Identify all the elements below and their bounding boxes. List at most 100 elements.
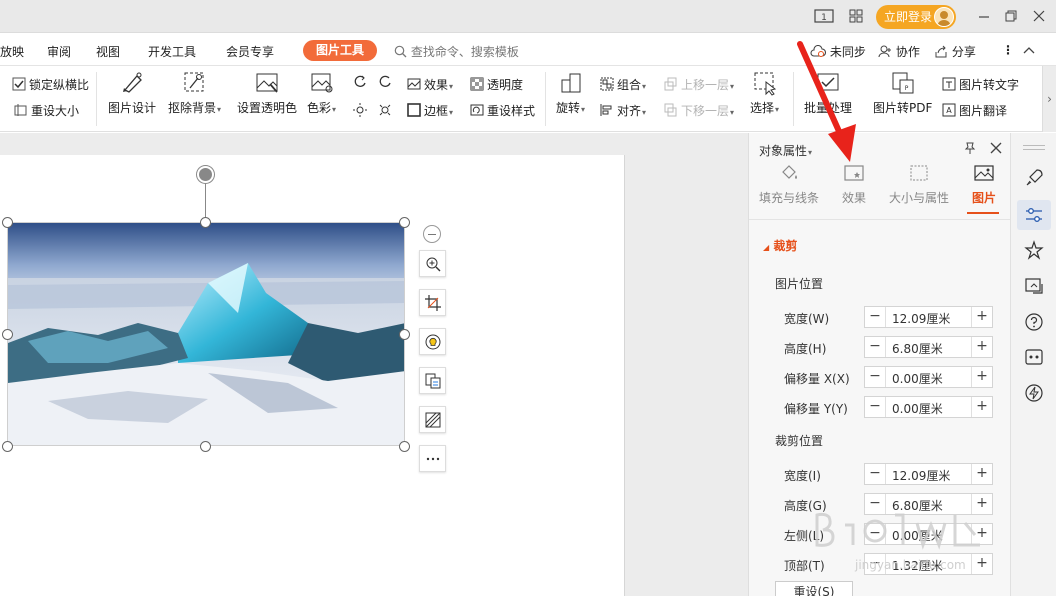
- pp-offset-x-value[interactable]: 0.00厘米: [892, 370, 943, 387]
- reset-style-button[interactable]: 重设样式: [470, 102, 535, 120]
- close-icon[interactable]: [1030, 8, 1048, 24]
- slide[interactable]: [0, 155, 625, 596]
- transparency-button[interactable]: 透明度: [470, 76, 523, 94]
- cp-height-stepper[interactable]: − 6.80厘米 +: [864, 493, 993, 515]
- pp-width-stepper[interactable]: − 12.09厘米 +: [864, 306, 993, 328]
- bring-forward-button[interactable]: 上移一层▾: [664, 76, 734, 94]
- search-command[interactable]: 查找命令、搜索模板: [394, 43, 519, 60]
- brightness-icon[interactable]: [353, 102, 370, 120]
- more-menu-icon[interactable]: ⋮: [1002, 43, 1014, 57]
- menu-member[interactable]: 会员专享: [226, 43, 274, 60]
- increment-button[interactable]: +: [971, 337, 992, 357]
- rocket-icon[interactable]: [1023, 167, 1045, 189]
- decrement-button[interactable]: −: [865, 554, 886, 574]
- set-transparent-color-button[interactable]: 设置透明色: [237, 70, 297, 116]
- sync-status[interactable]: 未同步: [810, 43, 866, 60]
- crop-section-toggle[interactable]: ◢ 裁剪: [763, 237, 797, 254]
- pp-width-value[interactable]: 12.09厘米: [892, 310, 950, 327]
- smart-tip-button[interactable]: [419, 328, 446, 355]
- decrement-button[interactable]: −: [865, 337, 886, 357]
- increment-button[interactable]: +: [971, 307, 992, 327]
- increment-button[interactable]: +: [971, 367, 992, 387]
- cp-height-value[interactable]: 6.80厘米: [892, 497, 943, 514]
- cp-left-stepper[interactable]: − 0.00厘米 +: [864, 523, 993, 545]
- pp-offset-y-value[interactable]: 0.00厘米: [892, 400, 943, 417]
- resize-handle-w[interactable]: [2, 329, 13, 340]
- color-button[interactable]: 色彩▾: [307, 70, 336, 116]
- picture-to-pdf-button[interactable]: P 图片转PDF: [873, 70, 932, 116]
- tab-picture[interactable]: 图片: [949, 163, 1019, 206]
- cp-width-value[interactable]: 12.09厘米: [892, 467, 950, 484]
- cp-top-stepper[interactable]: − 1.32厘米 +: [864, 553, 993, 575]
- crop-button[interactable]: [419, 289, 446, 316]
- resize-handle-e[interactable]: [399, 329, 410, 340]
- tab-effects[interactable]: 效果: [819, 163, 889, 206]
- decrement-button[interactable]: −: [865, 464, 886, 484]
- ribbon-scroll-right-icon[interactable]: ›: [1042, 66, 1056, 132]
- collapse-ribbon-icon[interactable]: [1022, 43, 1036, 60]
- increment-button[interactable]: +: [971, 554, 992, 574]
- decrement-button[interactable]: −: [865, 524, 886, 544]
- brightness-up-icon[interactable]: [353, 74, 370, 92]
- tab-fill-and-line[interactable]: 填充与线条: [754, 163, 824, 206]
- lightning-icon[interactable]: [1023, 382, 1045, 404]
- remove-background-button[interactable]: 抠除背景▾: [168, 70, 221, 116]
- resize-handle-n[interactable]: [200, 217, 211, 228]
- collapse-toolbar-icon[interactable]: [423, 225, 441, 243]
- increment-button[interactable]: +: [971, 494, 992, 514]
- property-sliders-icon[interactable]: [1023, 204, 1045, 226]
- effects-button[interactable]: 效果▾: [407, 76, 453, 94]
- cp-left-value[interactable]: 0.00厘米: [892, 527, 943, 544]
- resize-handle-sw[interactable]: [2, 441, 13, 452]
- contrast-up-icon[interactable]: [378, 74, 395, 92]
- increment-button[interactable]: +: [971, 397, 992, 417]
- picture-translate-button[interactable]: A 图片翻译: [942, 102, 1007, 120]
- restore-icon[interactable]: [1002, 8, 1020, 24]
- decrement-button[interactable]: −: [865, 367, 886, 387]
- panel-title-dropdown[interactable]: 对象属性▾: [759, 142, 812, 159]
- image-convert-button[interactable]: [419, 367, 446, 394]
- batch-process-button[interactable]: 批量处理: [804, 70, 852, 116]
- decrement-button[interactable]: −: [865, 307, 886, 327]
- picture-design-button[interactable]: 图片设计: [108, 70, 156, 116]
- selected-picture[interactable]: [7, 222, 405, 446]
- pp-offset-y-stepper[interactable]: − 0.00厘米 +: [864, 396, 993, 418]
- reset-crop-button[interactable]: 重设(S): [775, 581, 853, 596]
- menu-developer[interactable]: 开发工具: [148, 43, 196, 60]
- menu-review[interactable]: 审阅: [47, 43, 71, 60]
- decrement-button[interactable]: −: [865, 397, 886, 417]
- cp-top-value[interactable]: 1.32厘米: [892, 557, 943, 574]
- reading-mode-icon[interactable]: 1: [814, 8, 834, 24]
- collaborate-button[interactable]: 协作: [878, 43, 920, 60]
- pin-icon[interactable]: [963, 141, 977, 158]
- tab-size-and-properties[interactable]: 大小与属性: [884, 163, 954, 206]
- transparency-float-button[interactable]: [419, 406, 446, 433]
- picture-to-text-button[interactable]: 图片转文字: [942, 76, 1019, 94]
- contrast-icon[interactable]: [378, 102, 395, 120]
- decrement-button[interactable]: −: [865, 494, 886, 514]
- resize-handle-ne[interactable]: [399, 217, 410, 228]
- send-backward-button[interactable]: 下移一层▾: [664, 102, 734, 120]
- grid-view-icon[interactable]: [847, 8, 865, 24]
- group-button[interactable]: 组合▾: [600, 76, 646, 94]
- help-icon[interactable]: [1023, 311, 1045, 333]
- rotate-button[interactable]: 旋转▾: [556, 70, 585, 116]
- reset-size-button[interactable]: 重设大小: [14, 102, 79, 120]
- ai-assistant-icon[interactable]: [1023, 346, 1045, 368]
- border-button[interactable]: 边框▾: [407, 102, 453, 120]
- star-effect-icon[interactable]: [1023, 239, 1045, 261]
- zoom-in-button[interactable]: [419, 250, 446, 277]
- select-button[interactable]: 选择▾: [750, 70, 779, 116]
- pp-offset-x-stepper[interactable]: − 0.00厘米 +: [864, 366, 993, 388]
- menu-slideshow[interactable]: 放映: [0, 43, 24, 60]
- lock-aspect-ratio-checkbox[interactable]: 锁定纵横比: [12, 76, 89, 94]
- increment-button[interactable]: +: [971, 464, 992, 484]
- resize-handle-nw[interactable]: [2, 217, 13, 228]
- tab-picture-tools[interactable]: 图片工具: [303, 40, 377, 61]
- share-button[interactable]: 分享: [934, 43, 976, 60]
- menu-view[interactable]: 视图: [96, 43, 120, 60]
- rotate-handle-icon[interactable]: [197, 166, 214, 183]
- close-panel-icon[interactable]: [989, 141, 1003, 158]
- resize-handle-se[interactable]: [399, 441, 410, 452]
- align-button[interactable]: 对齐▾: [600, 102, 646, 120]
